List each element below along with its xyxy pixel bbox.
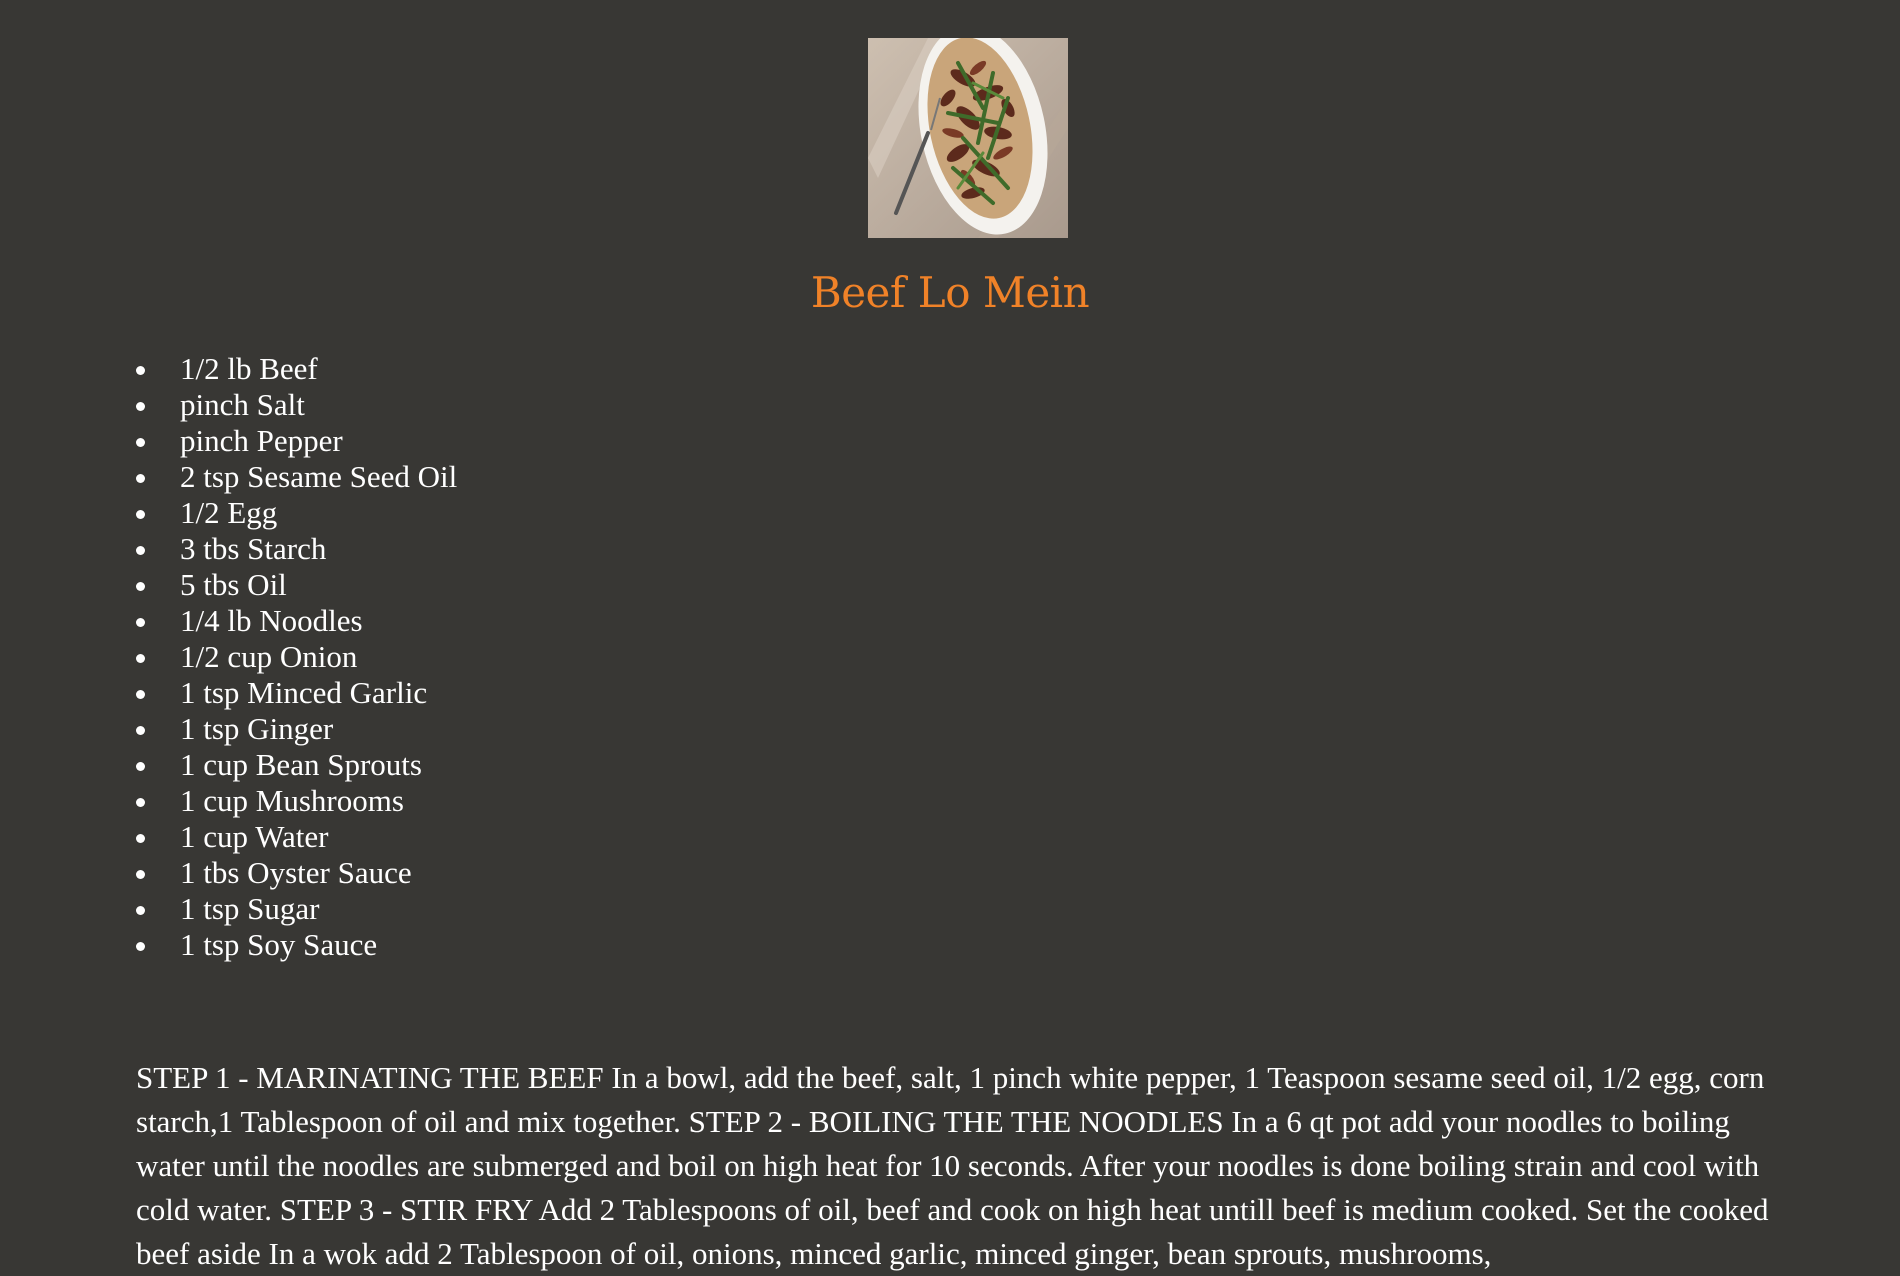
ingredient-item: 1/4 lb Noodles [136,603,457,639]
ingredient-item: 1 cup Water [136,819,457,855]
recipe-page: Beef Lo Mein 1/2 lb Beef pinch Salt pinc… [0,0,1900,1274]
ingredient-item: pinch Salt [136,387,457,423]
ingredient-item: 1/2 lb Beef [136,351,457,387]
ingredients-list: 1/2 lb Beef pinch Salt pinch Pepper 2 ts… [136,351,457,963]
recipe-instructions: STEP 1 - MARINATING THE BEEF In a bowl, … [136,1060,1769,1271]
ingredient-item: 1 tsp Sugar [136,891,457,927]
ingredient-item: 1 tsp Minced Garlic [136,675,457,711]
recipe-photo [868,38,1068,238]
ingredient-item: 1 cup Bean Sprouts [136,747,457,783]
ingredient-item: 1 tbs Oyster Sauce [136,855,457,891]
ingredient-item: pinch Pepper [136,423,457,459]
food-image-icon [868,38,1068,238]
ingredient-item: 1 tsp Ginger [136,711,457,747]
ingredient-item: 5 tbs Oil [136,567,457,603]
ingredient-item: 2 tsp Sesame Seed Oil [136,459,457,495]
ingredient-item: 1 tsp Soy Sauce [136,927,457,963]
ingredient-item: 1 cup Mushrooms [136,783,457,819]
ingredient-item: 3 tbs Starch [136,531,457,567]
recipe-title: Beef Lo Mein [810,268,1090,317]
ingredient-item: 1/2 cup Onion [136,639,457,675]
ingredient-item: 1/2 Egg [136,495,457,531]
